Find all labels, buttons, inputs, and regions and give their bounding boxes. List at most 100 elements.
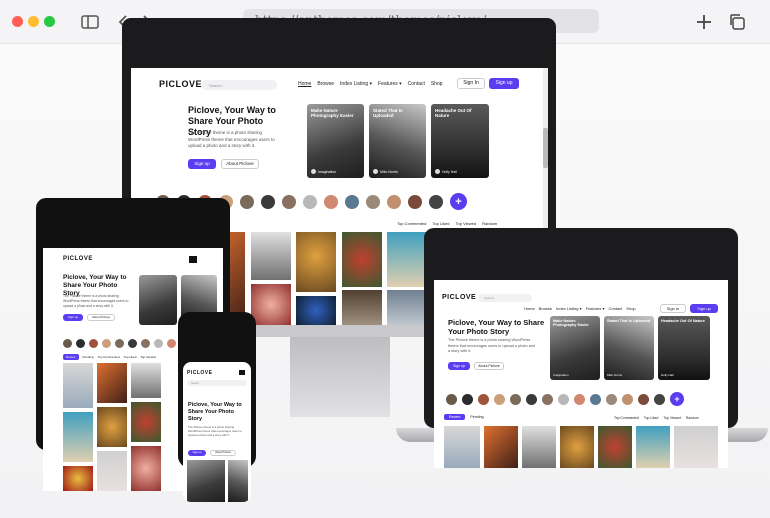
photo-tile[interactable] [342, 290, 382, 325]
copy-tabs-icon[interactable] [727, 12, 747, 32]
tab-top-commented[interactable]: Top Commented [614, 416, 639, 420]
avatar[interactable] [446, 393, 457, 405]
nav-item-contact[interactable]: Contact [408, 81, 425, 87]
site-search[interactable]: Search... [187, 380, 247, 386]
signin-button[interactable]: Sign In [660, 304, 686, 313]
avatar[interactable] [590, 393, 601, 405]
tab-top-viewed[interactable]: Top Viewed [455, 221, 476, 226]
photo-tile[interactable] [598, 426, 632, 468]
tab-top-liked[interactable]: Top Liked [644, 416, 659, 420]
featured-card-1[interactable]: Make Nature Photography Easier Imaginati… [550, 316, 600, 380]
tab-top-liked[interactable]: Top Liked [432, 221, 449, 226]
avatar[interactable] [638, 393, 649, 405]
photo-tile[interactable] [131, 446, 161, 491]
sidebar-icon[interactable] [80, 12, 100, 32]
minimize-window-button[interactable] [28, 16, 39, 27]
avatar[interactable] [303, 194, 317, 209]
featured-card-3[interactable]: Headache Out Of Nature Holly Hall [658, 316, 710, 380]
featured-card-2[interactable]: Stated That Is Uploaded Miko Norris [604, 316, 654, 380]
tab-top-liked[interactable]: Top Liked [124, 355, 137, 359]
featured-card-1[interactable] [187, 460, 225, 502]
photo-tile[interactable] [522, 426, 556, 468]
photo-tile[interactable] [63, 363, 93, 408]
featured-card-1[interactable] [139, 275, 177, 325]
site-logo[interactable]: PICLOVE [187, 370, 212, 376]
tab-top-viewed[interactable]: Top Viewed [663, 416, 680, 420]
site-logo[interactable]: PICLOVE [63, 256, 93, 262]
photo-tile[interactable] [296, 232, 336, 292]
tab-random[interactable]: Random [482, 221, 497, 226]
nav-item-features[interactable]: Features ▾ [378, 81, 402, 87]
avatar[interactable] [345, 194, 359, 209]
avatar[interactable] [574, 393, 585, 405]
signup-button[interactable]: Sign up [489, 78, 519, 89]
nav-item-shop[interactable]: Shop [626, 306, 635, 311]
avatar[interactable] [167, 339, 176, 348]
featured-card-3[interactable]: Headache Out Of Nature Holly Hall [431, 104, 489, 178]
avatar[interactable] [141, 339, 150, 348]
hero-signup-button[interactable]: Sign up [188, 450, 206, 456]
avatar[interactable] [558, 393, 569, 405]
avatar[interactable] [366, 194, 380, 209]
photo-tile[interactable] [387, 232, 427, 287]
avatar[interactable] [462, 393, 473, 405]
avatar[interactable] [240, 194, 254, 209]
add-author-button[interactable]: + [450, 193, 467, 210]
photo-tile[interactable] [97, 451, 127, 491]
avatar[interactable] [408, 194, 422, 209]
nav-item-index[interactable]: Index Listing ▾ [340, 81, 372, 87]
plus-icon[interactable] [694, 12, 714, 32]
nav-item-home[interactable]: Home [298, 81, 311, 87]
maximize-window-button[interactable] [44, 16, 55, 27]
hero-signup-button[interactable]: Sign up [188, 159, 216, 169]
signin-button[interactable]: Sign In [457, 78, 485, 89]
tab-top-commented[interactable]: Top Commented [397, 221, 426, 226]
photo-tile[interactable] [251, 284, 291, 325]
photo-tile[interactable] [63, 466, 93, 491]
featured-card-2[interactable]: Stated That Is Uploaded Miko Norris [369, 104, 426, 178]
photo-tile[interactable] [131, 402, 161, 442]
avatar[interactable] [261, 194, 275, 209]
photo-tile[interactable] [444, 426, 480, 468]
add-author-button[interactable]: + [670, 392, 684, 406]
site-search[interactable]: Search... [478, 294, 532, 302]
tab-pending[interactable]: Pending [83, 355, 94, 359]
hero-signup-button[interactable]: Sign up [448, 362, 470, 370]
photo-tile[interactable] [97, 407, 127, 447]
tab-top-commented[interactable]: Top Commented [98, 355, 120, 359]
featured-card-2[interactable] [228, 460, 248, 502]
photo-tile[interactable] [636, 426, 670, 468]
tab-top-viewed[interactable]: Top Viewed [140, 355, 155, 359]
avatar[interactable] [478, 393, 489, 405]
photo-tile[interactable] [97, 363, 127, 403]
avatar[interactable] [510, 393, 521, 405]
avatar[interactable] [494, 393, 505, 405]
avatar[interactable] [282, 194, 296, 209]
avatar[interactable] [102, 339, 111, 348]
avatar[interactable] [128, 339, 137, 348]
photo-tile[interactable] [484, 426, 518, 468]
featured-card-1[interactable]: Make Nature Photography Easier Imaginati… [307, 104, 364, 178]
nav-item-features[interactable]: Features ▾ [586, 306, 605, 311]
photo-tile[interactable] [251, 232, 291, 280]
avatar[interactable] [115, 339, 124, 348]
avatar[interactable] [324, 194, 338, 209]
site-search[interactable]: Search... [201, 80, 277, 90]
photo-tile[interactable] [560, 426, 594, 468]
avatar[interactable] [542, 393, 553, 405]
avatar[interactable] [89, 339, 98, 348]
nav-item-browse[interactable]: Browse [317, 81, 334, 87]
nav-item-home[interactable]: Home [524, 306, 535, 311]
hero-about-button[interactable]: About Piclove [210, 450, 236, 456]
hero-signup-button[interactable]: Sign up [63, 314, 83, 321]
site-logo[interactable]: PICLOVE [159, 79, 202, 89]
tab-recent[interactable]: Recent [63, 354, 79, 360]
tab-random[interactable]: Random [686, 416, 699, 420]
avatar[interactable] [654, 393, 665, 405]
hero-about-button[interactable]: About Piclove [87, 314, 115, 321]
photo-tile[interactable] [63, 412, 93, 462]
hero-about-button[interactable]: About Piclove [474, 362, 504, 370]
photo-tile[interactable] [296, 296, 336, 325]
nav-item-browse[interactable]: Browse [539, 306, 552, 311]
avatar[interactable] [76, 339, 85, 348]
